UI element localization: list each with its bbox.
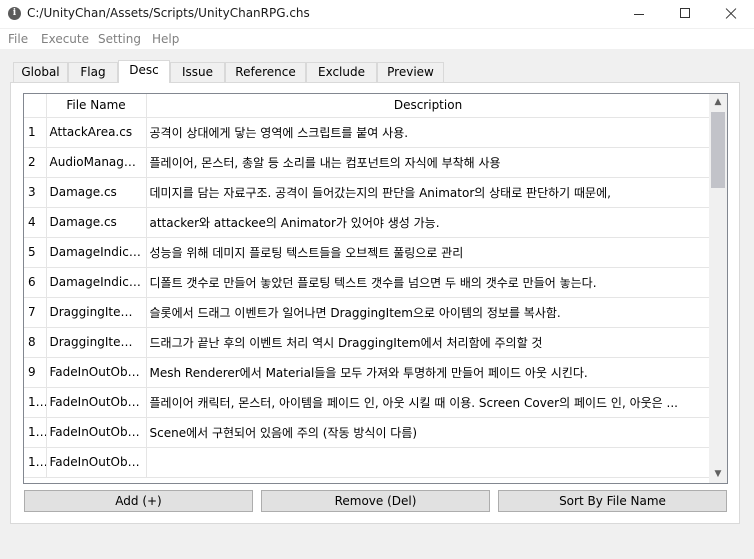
menu-setting[interactable]: Setting	[98, 32, 141, 46]
minimize-button[interactable]	[616, 0, 662, 28]
row-number-cell[interactable]: 3	[24, 177, 47, 208]
description-cell[interactable]: attacker와 attackee의 Animator가 있어야 생성 가능.	[146, 207, 711, 238]
scroll-down-icon[interactable]: ▼	[709, 466, 727, 483]
table-row[interactable]: 7 DraggingItem.cs 슬롯에서 드래그 이벤트가 일어나면 Dragg…	[24, 297, 711, 328]
tab-desc[interactable]: Desc	[118, 60, 170, 83]
grid-header-row: File Name Description	[24, 94, 711, 118]
maximize-button[interactable]	[662, 0, 708, 28]
table-row[interactable]: 1 AttackArea.cs 공격이 상대에게 닿는 영역에 스크립트를 붙여 사…	[24, 117, 711, 148]
file-name-header[interactable]: File Name	[46, 94, 147, 118]
row-number-cell[interactable]: 2	[24, 147, 47, 178]
menu-file[interactable]: File	[8, 32, 28, 46]
description-cell[interactable]: 데미지를 담는 자료구조. 공격이 들어갔는지의 판단을 Animator의 상…	[146, 177, 711, 208]
description-cell[interactable]: Mesh Renderer에서 Material들을 모두 가져와 투명하게 만…	[146, 357, 711, 388]
tab-global[interactable]: Global	[13, 62, 68, 82]
tab-exclude[interactable]: Exclude	[306, 62, 377, 82]
description-cell[interactable]: 공격이 상대에게 닿는 영역에 스크립트를 붙여 사용.	[146, 117, 711, 148]
table-row[interactable]: 4 Damage.cs attacker와 attackee의 Animator가 …	[24, 207, 711, 238]
description-cell[interactable]: 디폴트 갯수로 만들어 놓았던 플로팅 텍스트 갯수를 넘으면 두 배의 갯수로…	[146, 267, 711, 298]
file-name-cell[interactable]: FadeInOutObje...	[46, 447, 147, 478]
file-name-cell[interactable]: DamageIndicat...	[46, 267, 147, 298]
row-number-cell[interactable]: 12	[24, 447, 47, 478]
menu-bar: File Execute Setting Help	[0, 29, 754, 49]
file-name-cell[interactable]: FadeInOutObje...	[46, 357, 147, 388]
menu-help[interactable]: Help	[152, 32, 179, 46]
row-number-cell[interactable]: 11	[24, 417, 47, 448]
description-cell[interactable]: 플레이어, 몬스터, 총알 등 소리를 내는 컴포넌트의 자식에 부착해 사용	[146, 147, 711, 178]
description-header[interactable]: Description	[146, 94, 711, 118]
file-name-cell[interactable]: AudioManager.cs	[46, 147, 147, 178]
table-row[interactable]: 3 Damage.cs 데미지를 담는 자료구조. 공격이 들어갔는지의 판단을 A…	[24, 177, 711, 208]
description-cell[interactable]: 플레이어 캐릭터, 몬스터, 아이템을 페이드 인, 아웃 시킬 때 이용. S…	[146, 387, 711, 418]
description-cell[interactable]: 슬롯에서 드래그 이벤트가 일어나면 DraggingItem으로 아이템의 정…	[146, 297, 711, 328]
row-number-cell[interactable]: 6	[24, 267, 47, 298]
file-name-cell[interactable]: DraggingItem.cs	[46, 297, 147, 328]
file-name-cell[interactable]: FadeInOutObje...	[46, 417, 147, 448]
description-cell[interactable]	[146, 447, 711, 478]
close-button[interactable]	[708, 0, 754, 28]
row-number-cell[interactable]: 5	[24, 237, 47, 268]
file-name-cell[interactable]: FadeInOutObje...	[46, 387, 147, 418]
info-icon[interactable]: i	[8, 7, 21, 20]
maximize-icon	[680, 8, 690, 18]
description-cell[interactable]: 드래그가 끝난 후의 이벤트 처리 역시 DraggingItem에서 처리함에…	[146, 327, 711, 358]
row-number-cell[interactable]: 7	[24, 297, 47, 328]
table-row[interactable]: 10 FadeInOutObje... 플레이어 캐릭터, 몬스터, 아이템을 페이…	[24, 387, 711, 418]
file-name-cell[interactable]: Damage.cs	[46, 177, 147, 208]
table-row[interactable]: 6 DamageIndicat... 디폴트 갯수로 만들어 놓았던 플로팅 텍스트…	[24, 267, 711, 298]
row-number-cell[interactable]: 9	[24, 357, 47, 388]
sort-by-file-name-button[interactable]: Sort By File Name	[498, 490, 727, 512]
file-name-cell[interactable]: DamageIndicat...	[46, 237, 147, 268]
title-bar: i C:/UnityChan/Assets/Scripts/UnityChanR…	[0, 0, 754, 28]
row-number-cell[interactable]: 1	[24, 117, 47, 148]
table-row[interactable]: 12 FadeInOutObje...	[24, 447, 711, 478]
table-row[interactable]: 2 AudioManager.cs 플레이어, 몬스터, 총알 등 소리를 내는 컴…	[24, 147, 711, 178]
row-number-header	[24, 94, 47, 118]
table-row[interactable]: 8 DraggingItem.cs 드래그가 끝난 후의 이벤트 처리 역시 Dra…	[24, 327, 711, 358]
vertical-scrollbar[interactable]: ▲ ▼	[709, 94, 727, 483]
window-title: C:/UnityChan/Assets/Scripts/UnityChanRPG…	[27, 6, 310, 20]
file-name-cell[interactable]: Damage.cs	[46, 207, 147, 238]
row-number-cell[interactable]: 4	[24, 207, 47, 238]
tab-flag[interactable]: Flag	[68, 62, 118, 82]
add-button[interactable]: Add (+)	[24, 490, 253, 512]
row-number-cell[interactable]: 10	[24, 387, 47, 418]
description-grid[interactable]: File Name Description 1 AttackArea.cs 공격이 …	[23, 93, 728, 484]
description-cell[interactable]: 성능을 위해 데미지 플로팅 텍스트들을 오브젝트 풀링으로 관리	[146, 237, 711, 268]
file-name-cell[interactable]: AttackArea.cs	[46, 117, 147, 148]
description-cell[interactable]: Scene에서 구현되어 있음에 주의 (작동 방식이 다름)	[146, 417, 711, 448]
scroll-thumb[interactable]	[711, 112, 725, 188]
row-number-cell[interactable]: 8	[24, 327, 47, 358]
tab-issue[interactable]: Issue	[170, 62, 225, 82]
remove-button[interactable]: Remove (Del)	[261, 490, 490, 512]
scroll-up-icon[interactable]: ▲	[709, 94, 727, 111]
table-row[interactable]: 5 DamageIndicat... 성능을 위해 데미지 플로팅 텍스트들을 오브…	[24, 237, 711, 268]
file-name-cell[interactable]: DraggingItem.cs	[46, 327, 147, 358]
tab-preview[interactable]: Preview	[377, 62, 444, 82]
tab-reference[interactable]: Reference	[225, 62, 306, 82]
menu-execute[interactable]: Execute	[41, 32, 89, 46]
table-row[interactable]: 9 FadeInOutObje... Mesh Renderer에서 Materia…	[24, 357, 711, 388]
minimize-icon	[634, 14, 644, 15]
table-row[interactable]: 11 FadeInOutObje... Scene에서 구현되어 있음에 주의 (작…	[24, 417, 711, 448]
